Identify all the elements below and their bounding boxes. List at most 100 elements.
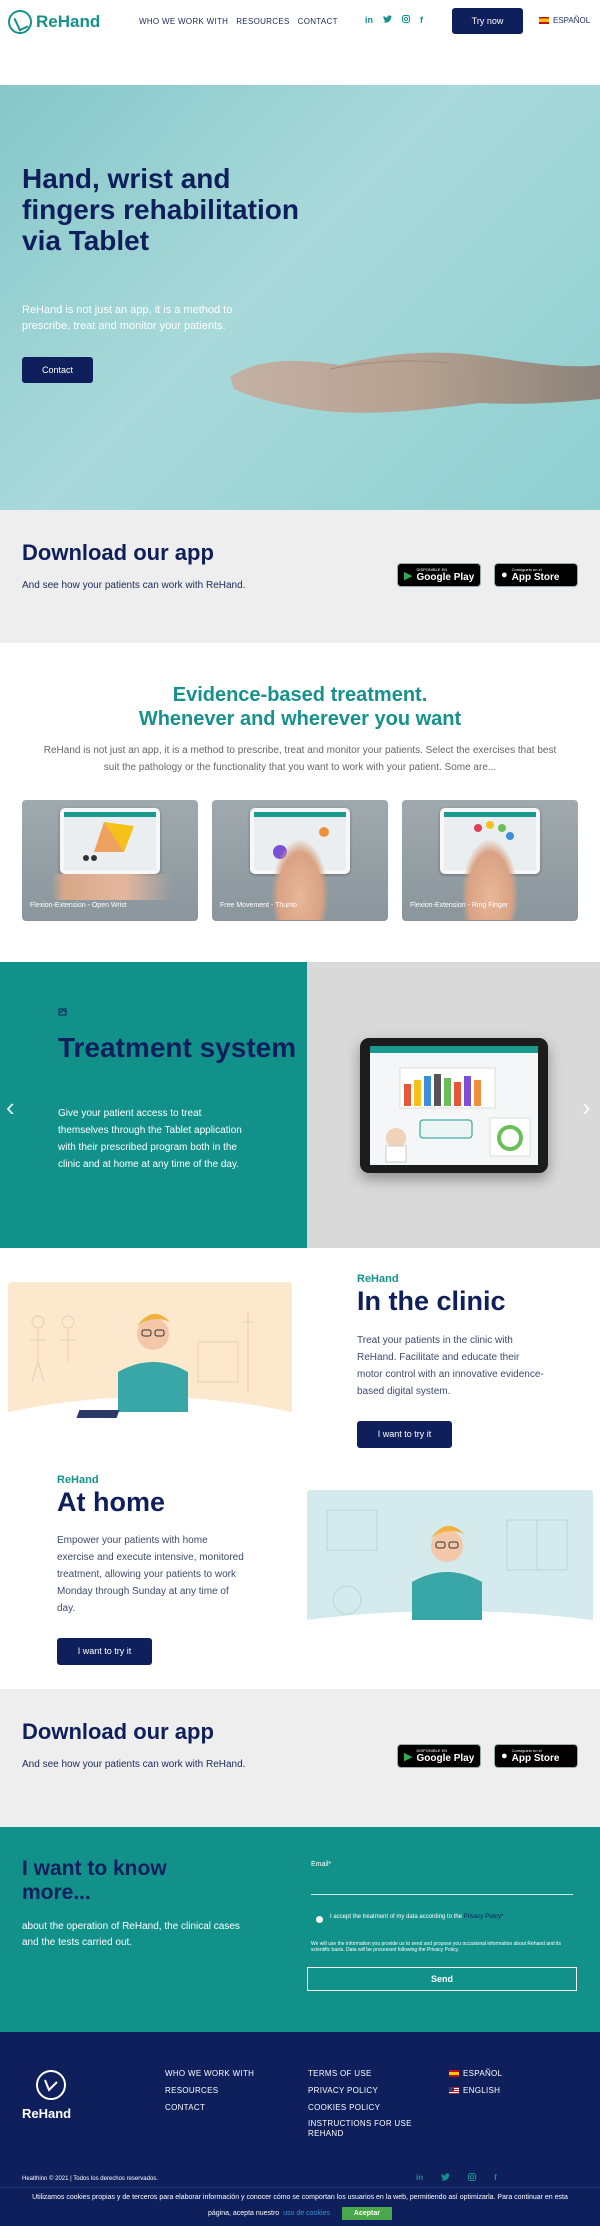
- contact-title: I want to know more...: [22, 1857, 167, 1904]
- evidence-title: Evidence-based treatment. Whenever and w…: [0, 683, 600, 731]
- app-store-badge[interactable]: ● Consíguelo en el App Store: [494, 1744, 578, 1768]
- apple-big-label: App Store: [511, 572, 560, 583]
- social-links: in f: [365, 15, 423, 25]
- footer-logo-text: ReHand: [22, 2106, 72, 2121]
- cookie-text: Utilizamos cookies propias y de terceros…: [32, 2194, 568, 2201]
- consent-radio[interactable]: [316, 1916, 323, 1923]
- clinic-brand: ReHand: [357, 1273, 399, 1285]
- linkedin-icon[interactable]: in: [416, 2173, 423, 2183]
- clinic-text: Treat your patients in the clinic with R…: [357, 1335, 544, 1397]
- evidence-title-line1: Evidence-based treatment.: [172, 684, 428, 706]
- footer-nav: WHO WE WORK WITH RESOURCES CONTACT: [165, 2065, 254, 2116]
- email-input[interactable]: [311, 1871, 573, 1895]
- privacy-policy-link[interactable]: Privacy Policy*: [464, 1914, 504, 1920]
- lang-es-label: ESPAÑOL: [463, 2069, 503, 2078]
- spain-flag-icon: [449, 2070, 459, 2077]
- site-footer: ReHand WHO WE WORK WITH RESOURCES CONTAC…: [0, 2032, 600, 2187]
- app-store-badge[interactable]: ● Consíguelo en el App Store: [494, 563, 578, 587]
- language-selector[interactable]: ESPAÑOL: [539, 16, 590, 25]
- google-play-badge[interactable]: ▶ DISPONIBLE EN Google Play: [397, 1744, 481, 1768]
- usa-flag-icon: [449, 2087, 459, 2094]
- treatment-section: Treatment system Give your patient acces…: [0, 962, 307, 1248]
- exercise-card[interactable]: Flexion-Extension - Ring Finger: [402, 800, 578, 921]
- carousel-next-arrow[interactable]: ›: [582, 1092, 591, 1123]
- footer-languages: ESPAÑOL ENGLISH: [449, 2065, 502, 2099]
- footer-logo-icon: [36, 2070, 66, 2100]
- send-button[interactable]: Send: [307, 1967, 577, 1991]
- apple-icon: ●: [501, 1750, 508, 1762]
- hero-title: Hand, wrist and fingers rehabilitation v…: [22, 163, 299, 256]
- hand-logo-icon: [8, 10, 32, 34]
- cookie-banner: Utilizamos cookies propias y de terceros…: [0, 2187, 600, 2226]
- download-text: And see how your patients can work with …: [22, 1759, 246, 1770]
- facebook-icon[interactable]: f: [494, 2173, 497, 2183]
- footer-social: in f: [416, 2173, 497, 2183]
- open-hand-image: [230, 352, 600, 413]
- linkedin-icon[interactable]: in: [365, 15, 373, 25]
- instagram-icon[interactable]: [402, 15, 410, 25]
- twitter-icon[interactable]: [441, 2173, 451, 2183]
- nav-who-we-work-with[interactable]: WHO WE WORK WITH: [139, 17, 228, 26]
- logo-text: ReHand: [36, 12, 101, 31]
- twitter-icon[interactable]: [383, 15, 392, 25]
- apple-big-label: App Store: [511, 1753, 560, 1764]
- footer-link[interactable]: INSTRUCTIONS FOR USE REHAND: [308, 2119, 418, 2139]
- exercise-card-label: Free Movement - Thumb: [220, 902, 297, 909]
- play-icon: ▶: [404, 1750, 413, 1763]
- tablet-image: [60, 808, 160, 874]
- download-text: And see how your patients can work with …: [22, 580, 246, 591]
- ipad-image: [360, 1038, 548, 1173]
- footer-link[interactable]: PRIVACY POLICY: [308, 2082, 418, 2099]
- contact-text: about the operation of ReHand, the clini…: [22, 1921, 240, 1948]
- lang-en[interactable]: ENGLISH: [449, 2082, 502, 2099]
- spain-flag-icon: [539, 17, 549, 24]
- nav-resources[interactable]: RESOURCES: [236, 17, 289, 26]
- footer-link[interactable]: RESOURCES: [165, 2082, 254, 2099]
- footer-link[interactable]: TERMS OF USE: [308, 2065, 418, 2082]
- logo[interactable]: ReHand: [8, 10, 100, 34]
- footer-link[interactable]: CONTACT: [165, 2099, 254, 2116]
- apple-icon: ●: [501, 569, 508, 581]
- download-title: Download our app: [22, 540, 214, 565]
- exercise-card[interactable]: Free Movement - Thumb: [212, 800, 388, 921]
- footer-link[interactable]: COOKIES POLICY: [308, 2099, 418, 2116]
- site-header: ReHand WHO WE WORK WITH RESOURCES CONTAC…: [0, 0, 600, 44]
- hero-section: Hand, wrist and fingers rehabilitation v…: [0, 85, 600, 510]
- treatment-text: Give your patient access to treat themse…: [58, 1108, 242, 1170]
- cookie-policy-link[interactable]: uso de cookies: [283, 2210, 330, 2217]
- home-try-button[interactable]: I want to try it: [57, 1638, 152, 1665]
- treatment-title: Treatment system: [58, 1032, 297, 1063]
- google-big-label: Google Play: [416, 1753, 475, 1764]
- tablet-icon: [58, 1008, 67, 1016]
- exercise-card-label: Flexion-Extension - Ring Finger: [410, 902, 509, 909]
- home-brand: ReHand: [57, 1474, 99, 1486]
- consent-label: I accept the treatment of my data accord…: [330, 1914, 463, 1920]
- lang-en-label: ENGLISH: [463, 2086, 501, 2095]
- contact-section: I want to know more... about the operati…: [0, 1827, 600, 2032]
- nav-contact[interactable]: CONTACT: [298, 17, 338, 26]
- footer-legal: TERMS OF USE PRIVACY POLICY COOKIES POLI…: [308, 2065, 418, 2139]
- exercise-card[interactable]: Flexion-Extension - Open Wrist: [22, 800, 198, 921]
- clinic-illustration: [8, 1282, 292, 1440]
- clinic-try-button[interactable]: I want to try it: [357, 1421, 452, 1448]
- google-big-label: Google Play: [416, 572, 475, 583]
- exercise-card-label: Flexion-Extension - Open Wrist: [30, 902, 127, 909]
- carousel-prev-arrow[interactable]: ‹: [6, 1092, 15, 1123]
- google-play-badge[interactable]: ▶ DISPONIBLE EN Google Play: [397, 563, 481, 587]
- evidence-title-line2: Whenever and wherever you want: [138, 708, 462, 730]
- home-illustration: [307, 1490, 593, 1651]
- download-section-2: Download our app And see how your patien…: [0, 1689, 600, 1827]
- language-label: ESPAÑOL: [553, 16, 591, 25]
- footer-link[interactable]: WHO WE WORK WITH: [165, 2065, 254, 2082]
- evidence-text: ReHand is not just an app, it is a metho…: [43, 745, 557, 773]
- facebook-icon[interactable]: f: [420, 15, 423, 25]
- home-title: At home: [57, 1487, 165, 1517]
- lang-es[interactable]: ESPAÑOL: [449, 2065, 502, 2082]
- accept-cookies-button[interactable]: Aceptar: [341, 2207, 392, 2220]
- instagram-icon[interactable]: [468, 2173, 477, 2183]
- try-now-button[interactable]: Try now: [452, 8, 523, 34]
- app-dashboard-screen: [370, 1046, 538, 1165]
- download-title: Download our app: [22, 1719, 214, 1744]
- main-nav: WHO WE WORK WITH RESOURCES CONTACT: [139, 17, 338, 26]
- contact-button[interactable]: Contact: [22, 357, 93, 383]
